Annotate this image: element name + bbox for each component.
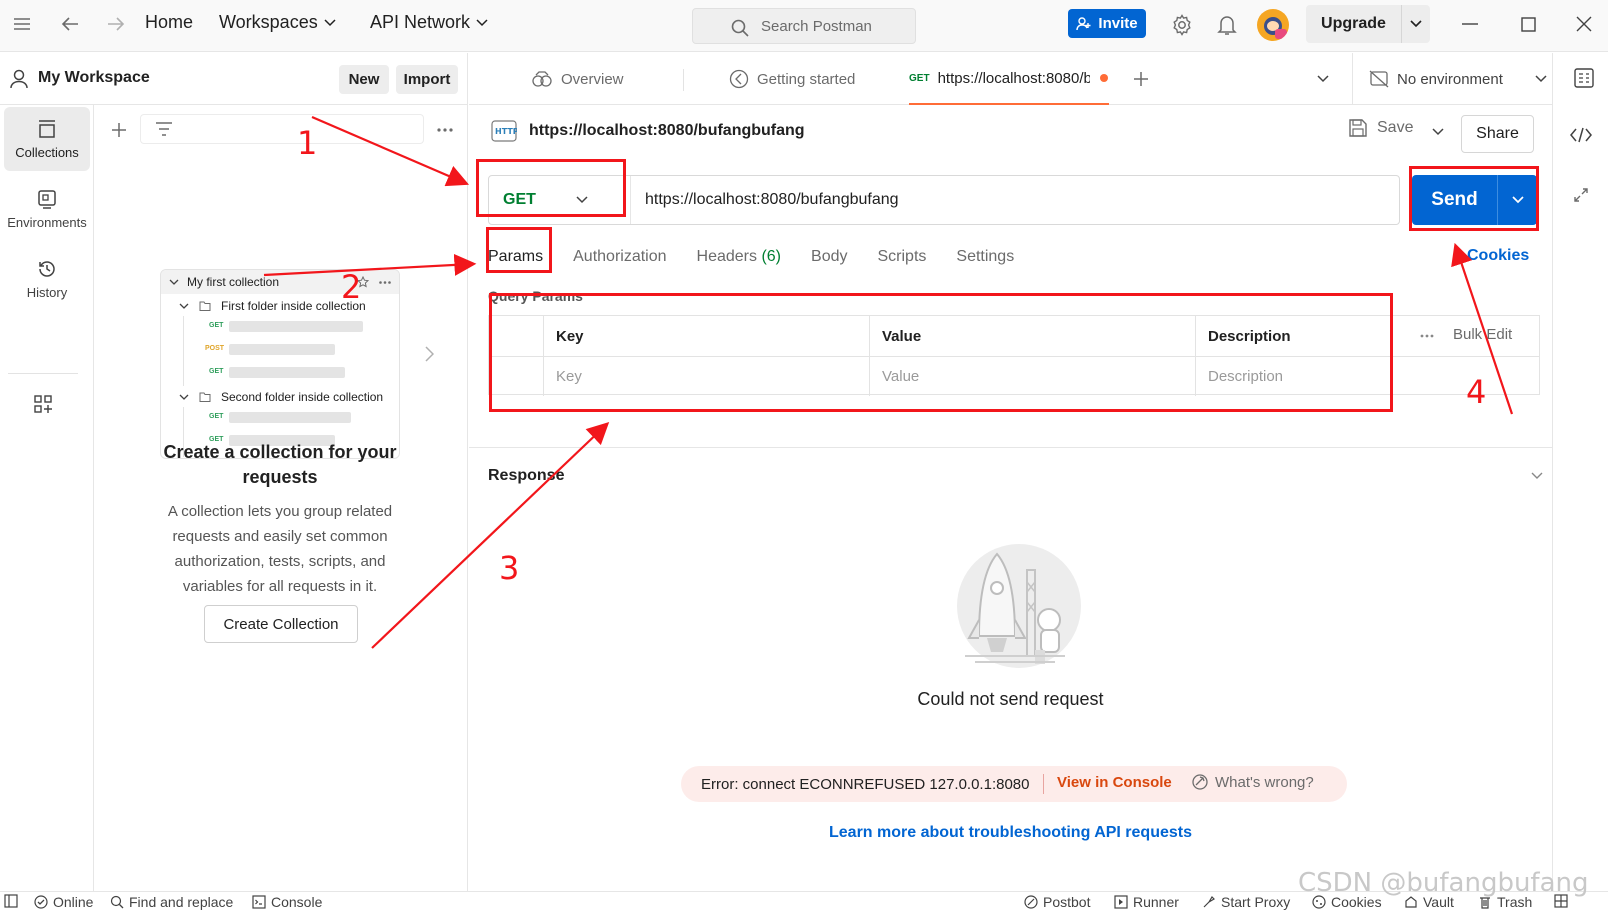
annotation-arrows	[263, 115, 1514, 649]
status-start-proxy[interactable]: Start Proxy	[1202, 894, 1290, 910]
proxy-icon	[1203, 896, 1215, 908]
expand-icon[interactable]	[1569, 183, 1593, 207]
code-snippet-icon[interactable]	[1569, 123, 1593, 147]
console-icon	[252, 895, 266, 909]
annotation-number: 4	[1466, 373, 1487, 411]
annotation-number: 1	[297, 124, 318, 162]
status-runner[interactable]: Runner	[1114, 894, 1179, 910]
watermark: CSDN @bufangbufang	[1298, 868, 1589, 898]
toggle-sidebar-icon[interactable]	[4, 894, 18, 908]
documentation-icon[interactable]	[1572, 66, 1596, 90]
right-rail	[1552, 53, 1608, 891]
runner-icon	[1114, 895, 1128, 909]
status-console[interactable]: Console	[252, 894, 322, 910]
search-icon	[110, 895, 124, 909]
status-online[interactable]: Online	[34, 894, 93, 910]
status-postbot[interactable]: Postbot	[1024, 894, 1090, 910]
online-check-icon	[34, 895, 48, 909]
postbot-icon	[1024, 895, 1038, 909]
status-find-replace[interactable]: Find and replace	[110, 894, 233, 910]
annotation-number: 2	[341, 268, 362, 306]
annotation-number: 3	[499, 549, 520, 587]
